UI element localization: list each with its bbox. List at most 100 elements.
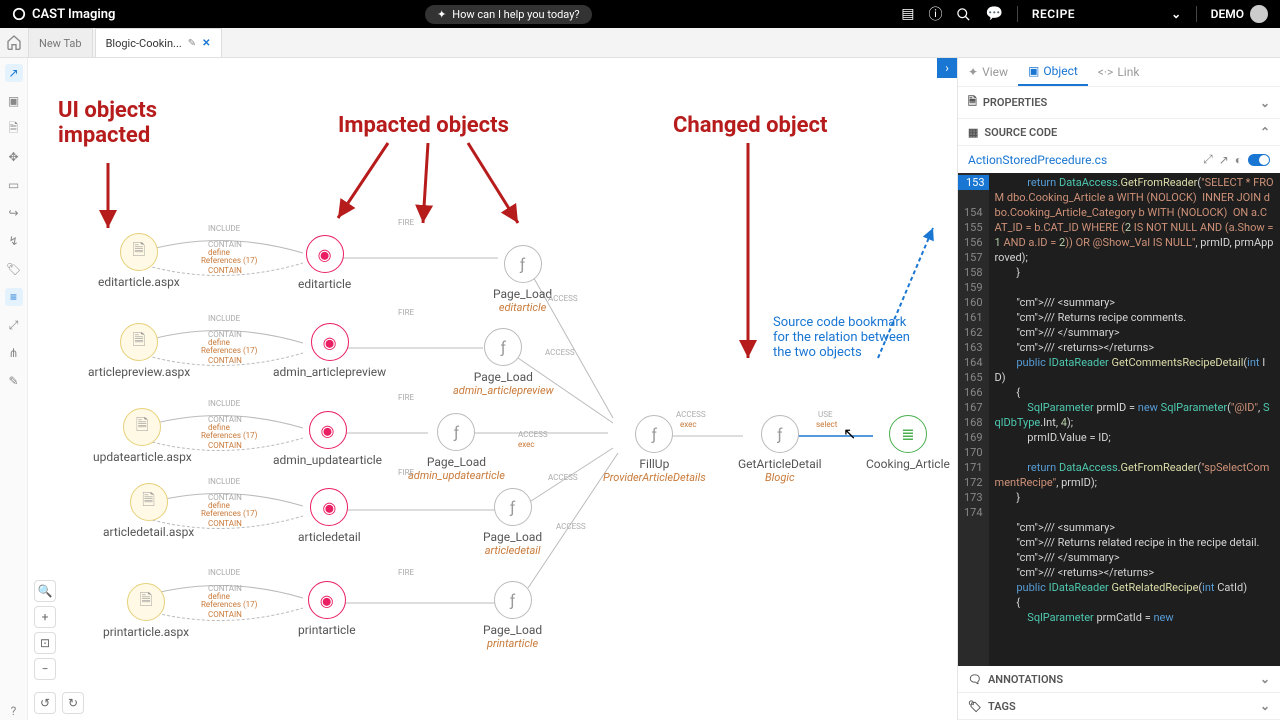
zoom-in[interactable]: +: [34, 606, 56, 628]
node-label: FillUp: [603, 457, 706, 471]
zoom-out[interactable]: −: [34, 658, 56, 680]
project-select[interactable]: RECIPE ⌄: [1032, 7, 1182, 21]
edge-label: CONTAIN: [208, 441, 242, 450]
redo-button[interactable]: ↻: [62, 692, 84, 714]
tool-layers[interactable]: ▣: [5, 92, 23, 110]
chat-icon[interactable]: 💬: [985, 6, 1002, 22]
moon-icon[interactable]: ◐: [1235, 153, 1242, 167]
tool-expand[interactable]: ⤢: [5, 316, 23, 334]
graph-node-page_load[interactable]: ƒPage_Loadeditarticle: [493, 245, 552, 314]
close-icon[interactable]: ✕: [202, 38, 210, 49]
help-button[interactable]: ✦ How can I help you today?: [425, 5, 592, 24]
rtab-object[interactable]: ▣Object: [1018, 58, 1088, 86]
tool-path[interactable]: ↯: [5, 232, 23, 250]
tool-select[interactable]: ▭: [5, 176, 23, 194]
tool-graph[interactable]: ⋔: [5, 344, 23, 362]
sparkle-icon: ✦: [437, 8, 446, 21]
tool-help[interactable]: ?: [5, 702, 23, 720]
section-properties[interactable]: 🗎PROPERTIES ⌄: [958, 87, 1280, 119]
graph-node-articledetail-aspx[interactable]: 🗎articledetail.aspx: [103, 483, 194, 539]
edge-label: INCLUDE: [208, 314, 240, 323]
code-viewer[interactable]: 1531541551561571581591601611621631641651…: [958, 173, 1280, 666]
graph-node-updatearticle-aspx[interactable]: 🗎updatearticle.aspx: [93, 408, 192, 464]
node-icon: ◉: [311, 323, 349, 361]
node-label: editarticle.aspx: [98, 275, 180, 289]
graph-node-editarticle-aspx[interactable]: 🗎editarticle.aspx: [98, 233, 180, 289]
zoom-fit[interactable]: ⊡: [34, 632, 56, 654]
node-label: admin_updatearticle: [273, 453, 382, 467]
edge-label: INCLUDE: [208, 399, 240, 408]
graph-node-getarticledetail[interactable]: ƒGetArticleDetailBlogic: [738, 415, 822, 484]
right-panel: ✦View ▣Object <·>Link 🗎PROPERTIES ⌄ ▦SOU…: [957, 58, 1280, 720]
tab-blogic-cooking[interactable]: Blogic-Cookin... ✎ ✕: [95, 28, 222, 57]
tabstrip: New Tab Blogic-Cookin... ✎ ✕: [0, 28, 1280, 58]
graph-node-page_load[interactable]: ƒPage_Loadprintarticle: [483, 581, 542, 650]
section-annotations[interactable]: 🗨ANNOTATIONS ⌄: [958, 666, 1280, 693]
project-label: RECIPE: [1032, 7, 1075, 21]
user-chip[interactable]: DEMO: [1211, 5, 1268, 23]
expand-icon[interactable]: ⤢: [1203, 152, 1213, 167]
undo-button[interactable]: ↺: [34, 692, 56, 714]
node-icon: ƒ: [761, 415, 799, 453]
node-label: admin_articlepreview: [273, 365, 386, 379]
pencil-icon[interactable]: ✎: [188, 38, 196, 49]
tab-label: Blogic-Cookin...: [106, 37, 182, 50]
node-sublabel: articledetail: [483, 544, 542, 557]
section-source[interactable]: ▦SOURCE CODE ⌃: [958, 119, 1280, 146]
zoom-search[interactable]: 🔍: [34, 580, 56, 602]
search-icon[interactable]: [956, 7, 971, 22]
tool-tag[interactable]: 🏷: [5, 260, 23, 278]
source-file-link[interactable]: ActionStoredPrecedure.cs: [968, 153, 1107, 167]
tool-cursor[interactable]: ↗: [5, 64, 23, 82]
graph-canvas[interactable]: UI objects impacted Impacted objects Cha…: [28, 58, 957, 720]
cursor-icon: ↖: [843, 424, 856, 443]
tab-label: New Tab: [39, 37, 82, 50]
tool-filter[interactable]: ≡: [5, 288, 23, 306]
rtab-view[interactable]: ✦View: [958, 58, 1018, 86]
edge-label: exec: [680, 420, 697, 429]
edge-label: References (17): [201, 256, 257, 265]
help-label: How can I help you today?: [452, 8, 579, 21]
graph-node-articledetail[interactable]: ◉articledetail: [298, 488, 361, 544]
left-tool-rail: ↗ ▣ 🗎 ✥ ▭ ↪ ↯ 🏷 ≡ ⤢ ⋔ ✎ ?: [0, 58, 28, 720]
tool-move[interactable]: ✥: [5, 148, 23, 166]
graph-node-page_load[interactable]: ƒPage_Loadadmin_articlepreview: [453, 328, 554, 397]
graph-node-editarticle[interactable]: ◉editarticle: [298, 235, 351, 291]
graph-node-page_load[interactable]: ƒPage_Loadadmin_updatearticle: [408, 413, 505, 482]
popout-icon[interactable]: ↗: [1219, 153, 1229, 167]
map-controls: 🔍 + ⊡ −: [34, 580, 56, 680]
node-label: editarticle: [298, 277, 351, 291]
tab-new[interactable]: New Tab: [28, 28, 93, 57]
graph-node-cooking_article[interactable]: ≣Cooking_Article: [866, 415, 950, 471]
book-icon[interactable]: ▤: [901, 6, 914, 22]
home-button[interactable]: [4, 32, 24, 52]
info-icon[interactable]: ⓘ: [928, 4, 942, 24]
edge-label: FIRE: [398, 468, 414, 477]
node-label: Page_Load: [493, 287, 552, 301]
link-icon: <·>: [1098, 65, 1114, 79]
rtab-link[interactable]: <·>Link: [1088, 58, 1150, 86]
node-icon: 🗎: [130, 483, 168, 521]
right-collapse-button[interactable]: ›: [937, 58, 957, 78]
graph-node-page_load[interactable]: ƒPage_Loadarticledetail: [483, 488, 542, 557]
tool-edit[interactable]: ✎: [5, 372, 23, 390]
tool-branch[interactable]: ↪: [5, 204, 23, 222]
edge-label: ACCESS: [518, 430, 548, 439]
graph-node-articlepreview-aspx[interactable]: 🗎articlepreview.aspx: [88, 323, 190, 379]
graph-node-admin_articlepreview[interactable]: ◉ admin_articlepreview: [273, 323, 386, 379]
cube-icon: ▣: [1028, 64, 1039, 78]
code-lines: return DataAccess.GetFromReader("SELECT …: [989, 173, 1280, 666]
section-tags[interactable]: 🏷TAGS ⌄: [958, 693, 1280, 720]
node-label: Page_Load: [483, 623, 542, 637]
separator: [1196, 6, 1197, 22]
graph-node-printarticle[interactable]: ◉printarticle: [298, 581, 356, 637]
brand-icon: [12, 7, 26, 21]
node-label: Page_Load: [408, 455, 505, 469]
graph-node-printarticle-aspx[interactable]: 🗎printarticle.aspx: [103, 583, 189, 639]
edge-label: ACCESS: [556, 522, 586, 531]
code-gutter: 1531541551561571581591601611621631641651…: [958, 173, 989, 666]
tool-page[interactable]: 🗎: [5, 120, 23, 138]
dark-toggle[interactable]: [1248, 154, 1270, 166]
graph-node-admin_updatearticle[interactable]: ◉admin_updatearticle: [273, 411, 382, 467]
edge-label: CONTAIN: [208, 356, 242, 365]
